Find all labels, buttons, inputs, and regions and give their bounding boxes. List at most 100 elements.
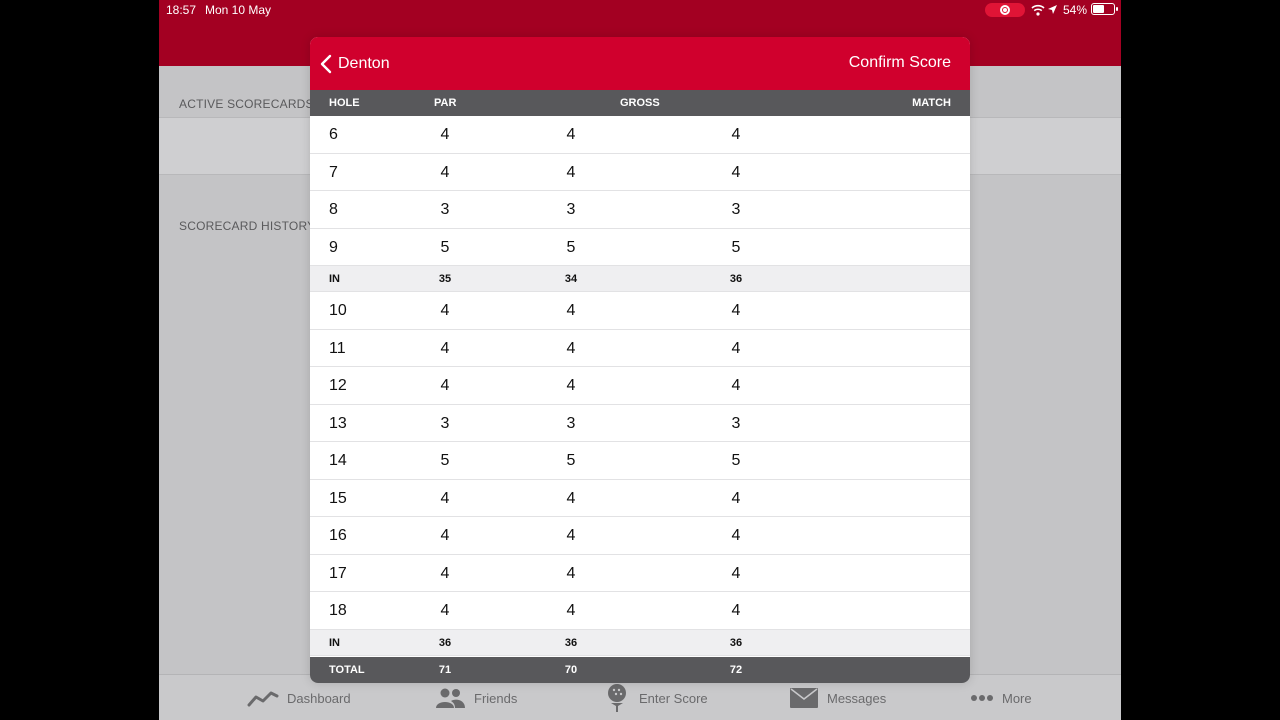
hole-number: 14 (329, 452, 347, 469)
hole-number: 16 (329, 527, 347, 544)
hole-number: 9 (329, 238, 338, 256)
table-row[interactable]: 18 4 4 4 (310, 592, 970, 630)
match-value: 4 (731, 527, 741, 544)
scorecard-modal: Denton Confirm Score HOLE PAR GROSS MATC… (310, 37, 970, 683)
par-value: 4 (440, 126, 450, 143)
table-header: HOLE PAR GROSS MATCH (310, 90, 970, 116)
gross-value: 4 (566, 564, 576, 582)
gross-value: 5 (566, 452, 576, 469)
total-gross: 70 (564, 664, 578, 676)
location-arrow-icon (1048, 5, 1057, 14)
battery-icon (1091, 3, 1118, 15)
battery-percentage: 54% (1063, 3, 1088, 17)
match-value: 3 (731, 414, 741, 432)
subtotal-match: 36 (729, 273, 743, 285)
match-value: 4 (731, 377, 741, 394)
par-value: 4 (440, 602, 450, 619)
subtotal-match: 36 (729, 636, 743, 649)
hole-number: 6 (329, 126, 338, 143)
match-value: 4 (731, 602, 741, 619)
wifi-icon (1031, 4, 1045, 16)
active-scorecards-label: ACTIVE SCORECARDS (179, 97, 314, 111)
gross-value: 4 (566, 126, 576, 143)
table-row[interactable]: 6 4 4 4 (310, 116, 970, 154)
match-value: 4 (731, 163, 741, 181)
table-row[interactable]: 11 4 4 4 (310, 329, 970, 367)
gross-value: 4 (566, 527, 576, 544)
hole-number: 17 (329, 564, 347, 582)
subtotal-label: IN (329, 273, 340, 285)
column-header-gross: GROSS (620, 97, 660, 109)
par-value: 4 (440, 377, 450, 394)
par-value: 3 (440, 201, 450, 218)
table-row[interactable]: 9 5 5 5 (310, 228, 970, 266)
score-table: 6 4 4 4 7 4 4 4 8 3 3 3 9 5 5 5 IN 35 34… (310, 116, 970, 656)
people-icon (436, 688, 465, 708)
match-value: 4 (731, 564, 741, 582)
gross-value: 5 (566, 238, 576, 256)
table-row[interactable]: 16 4 4 4 (310, 517, 970, 555)
par-value: 4 (440, 163, 450, 181)
hole-number: 7 (329, 163, 338, 181)
subtotal-gross: 36 (564, 636, 578, 649)
column-header-par: PAR (434, 97, 457, 109)
hole-number: 11 (329, 339, 346, 357)
total-par: 71 (438, 664, 452, 676)
tab-label: Dashboard (287, 690, 351, 706)
par-value: 4 (440, 564, 450, 582)
subtotal-row: IN 36 36 36 (310, 629, 970, 656)
table-row[interactable]: 8 3 3 3 (310, 191, 970, 229)
subtotal-par: 35 (438, 273, 452, 285)
status-date: Mon 10 May (205, 3, 272, 17)
par-value: 4 (440, 302, 450, 319)
tab-label: More (1002, 690, 1032, 706)
subtotal-gross: 34 (564, 273, 578, 285)
match-value: 4 (731, 489, 741, 507)
table-row[interactable]: 17 4 4 4 (310, 554, 970, 592)
gross-value: 4 (566, 163, 576, 181)
gross-value: 4 (566, 302, 576, 319)
table-row[interactable]: 10 4 4 4 (310, 292, 970, 330)
status-time: 18:57 (166, 3, 197, 17)
subtotal-row: IN 35 34 36 (310, 266, 970, 292)
confirm-score-button[interactable]: Confirm Score (849, 54, 951, 72)
status-bar: 18:57 Mon 10 May 54% (159, 0, 1121, 20)
par-value: 5 (440, 452, 450, 469)
screen-record-icon[interactable] (985, 3, 1025, 17)
hole-number: 10 (329, 302, 347, 319)
match-value: 3 (731, 201, 741, 218)
gross-value: 4 (566, 377, 576, 394)
tab-more[interactable]: More (970, 675, 1032, 720)
par-value: 4 (440, 339, 450, 357)
gross-value: 3 (566, 414, 576, 432)
back-button-label: Denton (338, 55, 390, 72)
scorecard-history-label: SCORECARD HISTORY (179, 219, 316, 233)
golf-ball-tee-icon (608, 684, 626, 712)
table-row[interactable]: 15 4 4 4 (310, 479, 970, 517)
chart-line-icon (247, 691, 279, 707)
gross-value: 4 (566, 602, 576, 619)
gross-value: 4 (566, 489, 576, 507)
ellipsis-icon (971, 695, 993, 701)
envelope-icon (790, 688, 818, 708)
column-header-match: MATCH (912, 97, 951, 109)
table-row[interactable]: 13 3 3 3 (310, 404, 970, 442)
table-row[interactable]: 7 4 4 4 (310, 153, 970, 191)
back-button[interactable]: Denton (320, 52, 390, 76)
hole-number: 12 (329, 377, 347, 394)
match-value: 4 (731, 126, 741, 143)
total-row: TOTAL 71 70 72 (310, 657, 970, 683)
hole-number: 13 (329, 414, 347, 432)
hole-number: 18 (329, 602, 347, 619)
tab-label: Friends (474, 690, 518, 706)
tab-label: Messages (827, 690, 887, 706)
total-match: 72 (729, 664, 743, 676)
match-value: 4 (731, 339, 741, 357)
table-row[interactable]: 14 5 5 5 (310, 442, 970, 480)
gross-value: 3 (566, 201, 576, 218)
tab-label: Enter Score (639, 690, 708, 706)
modal-header: Denton Confirm Score (310, 37, 970, 90)
hole-number: 8 (329, 201, 338, 218)
par-value: 4 (440, 527, 450, 544)
table-row[interactable]: 12 4 4 4 (310, 367, 970, 405)
